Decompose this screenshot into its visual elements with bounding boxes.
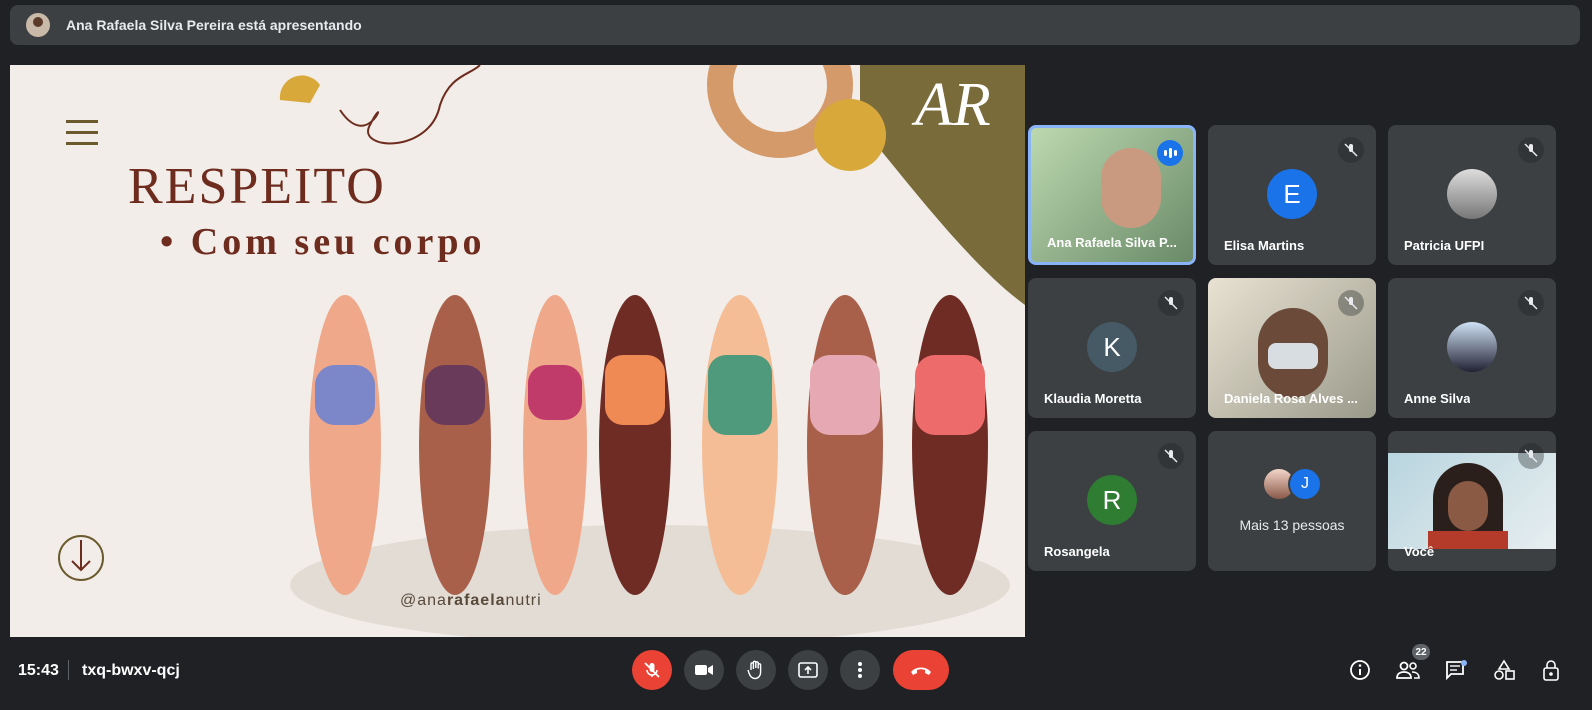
presenter-banner: Ana Rafaela Silva Pereira está apresenta… — [10, 5, 1580, 45]
participant-avatar — [1447, 169, 1497, 219]
mic-off-icon — [1338, 137, 1364, 163]
mic-off-icon — [1338, 290, 1364, 316]
leave-call-button[interactable] — [893, 650, 949, 690]
participant-avatar — [1447, 322, 1497, 372]
more-vert-icon — [858, 662, 862, 678]
meeting-time: 15:43 — [18, 662, 59, 679]
participant-tile-anne[interactable]: Anne Silva — [1388, 278, 1556, 418]
chat-icon — [1446, 660, 1467, 680]
more-avatar-letter: J — [1288, 467, 1322, 501]
slide-title: RESPEITO — [128, 158, 386, 215]
camera-toggle-button[interactable] — [684, 650, 724, 690]
control-bar: 15:43 txq-bwxv-qcj 22 — [0, 640, 1592, 710]
participant-tile-self[interactable]: Você — [1388, 431, 1556, 571]
hand-icon — [747, 660, 762, 680]
participant-name: Patricia UFPI — [1404, 238, 1485, 253]
participant-tile-rosangela[interactable]: R Rosangela — [1028, 431, 1196, 571]
speaking-indicator-icon — [1157, 140, 1183, 166]
camera-icon — [695, 665, 713, 675]
mic-off-icon — [1518, 443, 1544, 469]
mic-off-icon — [644, 662, 660, 678]
presentation-slide: RESPEITO • Com seu corpo AR @anarafaelan… — [10, 65, 1025, 637]
info-icon — [1350, 660, 1370, 680]
present-screen-button[interactable] — [788, 650, 828, 690]
divider — [68, 660, 69, 680]
participant-name: Você — [1404, 544, 1435, 559]
more-options-button[interactable] — [840, 650, 880, 690]
slide-subtitle: • Com seu corpo — [160, 221, 486, 263]
participant-avatar: K — [1087, 322, 1137, 372]
slide-decoration — [71, 65, 1025, 637]
participant-name: Ana Rafaela Silva P... — [1047, 235, 1177, 250]
host-controls-button[interactable] — [1536, 654, 1568, 686]
participant-tile-elisa[interactable]: E Elisa Martins — [1208, 125, 1376, 265]
slide-down-arrow-icon — [58, 535, 104, 581]
slide-monogram: AR — [915, 71, 991, 139]
participant-name: Daniela Rosa Alves ... — [1224, 391, 1358, 406]
more-participants-label: Mais 13 pessoas — [1239, 517, 1345, 533]
meeting-code: txq-bwxv-qcj — [82, 662, 180, 679]
slide-handle-suffix: nutri — [505, 592, 542, 609]
participant-tile-ana[interactable]: Ana Rafaela Silva P... — [1028, 125, 1196, 265]
participant-avatar: E — [1267, 169, 1317, 219]
face-mask — [1268, 343, 1318, 369]
mic-off-icon — [1158, 290, 1184, 316]
mic-off-icon — [1518, 290, 1544, 316]
participant-name: Rosangela — [1044, 544, 1110, 559]
slide-handle-prefix: @ana — [400, 592, 447, 609]
participant-tile-klaudia[interactable]: K Klaudia Moretta — [1028, 278, 1196, 418]
participant-avatar: R — [1087, 475, 1137, 525]
presenting-text: Ana Rafaela Silva Pereira está apresenta… — [66, 17, 362, 33]
participant-tile-patricia[interactable]: Patricia UFPI — [1388, 125, 1556, 265]
people-icon — [1396, 661, 1420, 679]
lock-person-icon — [1543, 660, 1559, 681]
present-icon — [798, 662, 818, 678]
activities-button[interactable] — [1488, 654, 1520, 686]
slide-handle: @anarafaelanutri — [400, 592, 542, 610]
hang-up-icon — [911, 667, 931, 675]
more-participants-tile[interactable]: J Mais 13 pessoas — [1208, 431, 1376, 571]
meeting-details-button[interactable] — [1344, 654, 1376, 686]
participant-tile-daniela[interactable]: Daniela Rosa Alves ... — [1208, 278, 1376, 418]
slide-handle-bold: rafaela — [446, 592, 506, 609]
mic-off-icon — [1518, 137, 1544, 163]
participant-name: Anne Silva — [1404, 391, 1471, 406]
mic-toggle-button[interactable] — [632, 650, 672, 690]
participant-name: Klaudia Moretta — [1044, 391, 1142, 406]
slide-menu-icon — [66, 120, 98, 153]
people-count-badge: 22 — [1412, 644, 1430, 660]
participant-video — [1101, 148, 1161, 228]
presenter-avatar — [26, 13, 50, 37]
chat-button[interactable] — [1440, 654, 1472, 686]
mic-off-icon — [1158, 443, 1184, 469]
raise-hand-button[interactable] — [736, 650, 776, 690]
participant-name: Elisa Martins — [1224, 238, 1305, 253]
activities-icon — [1494, 659, 1515, 680]
